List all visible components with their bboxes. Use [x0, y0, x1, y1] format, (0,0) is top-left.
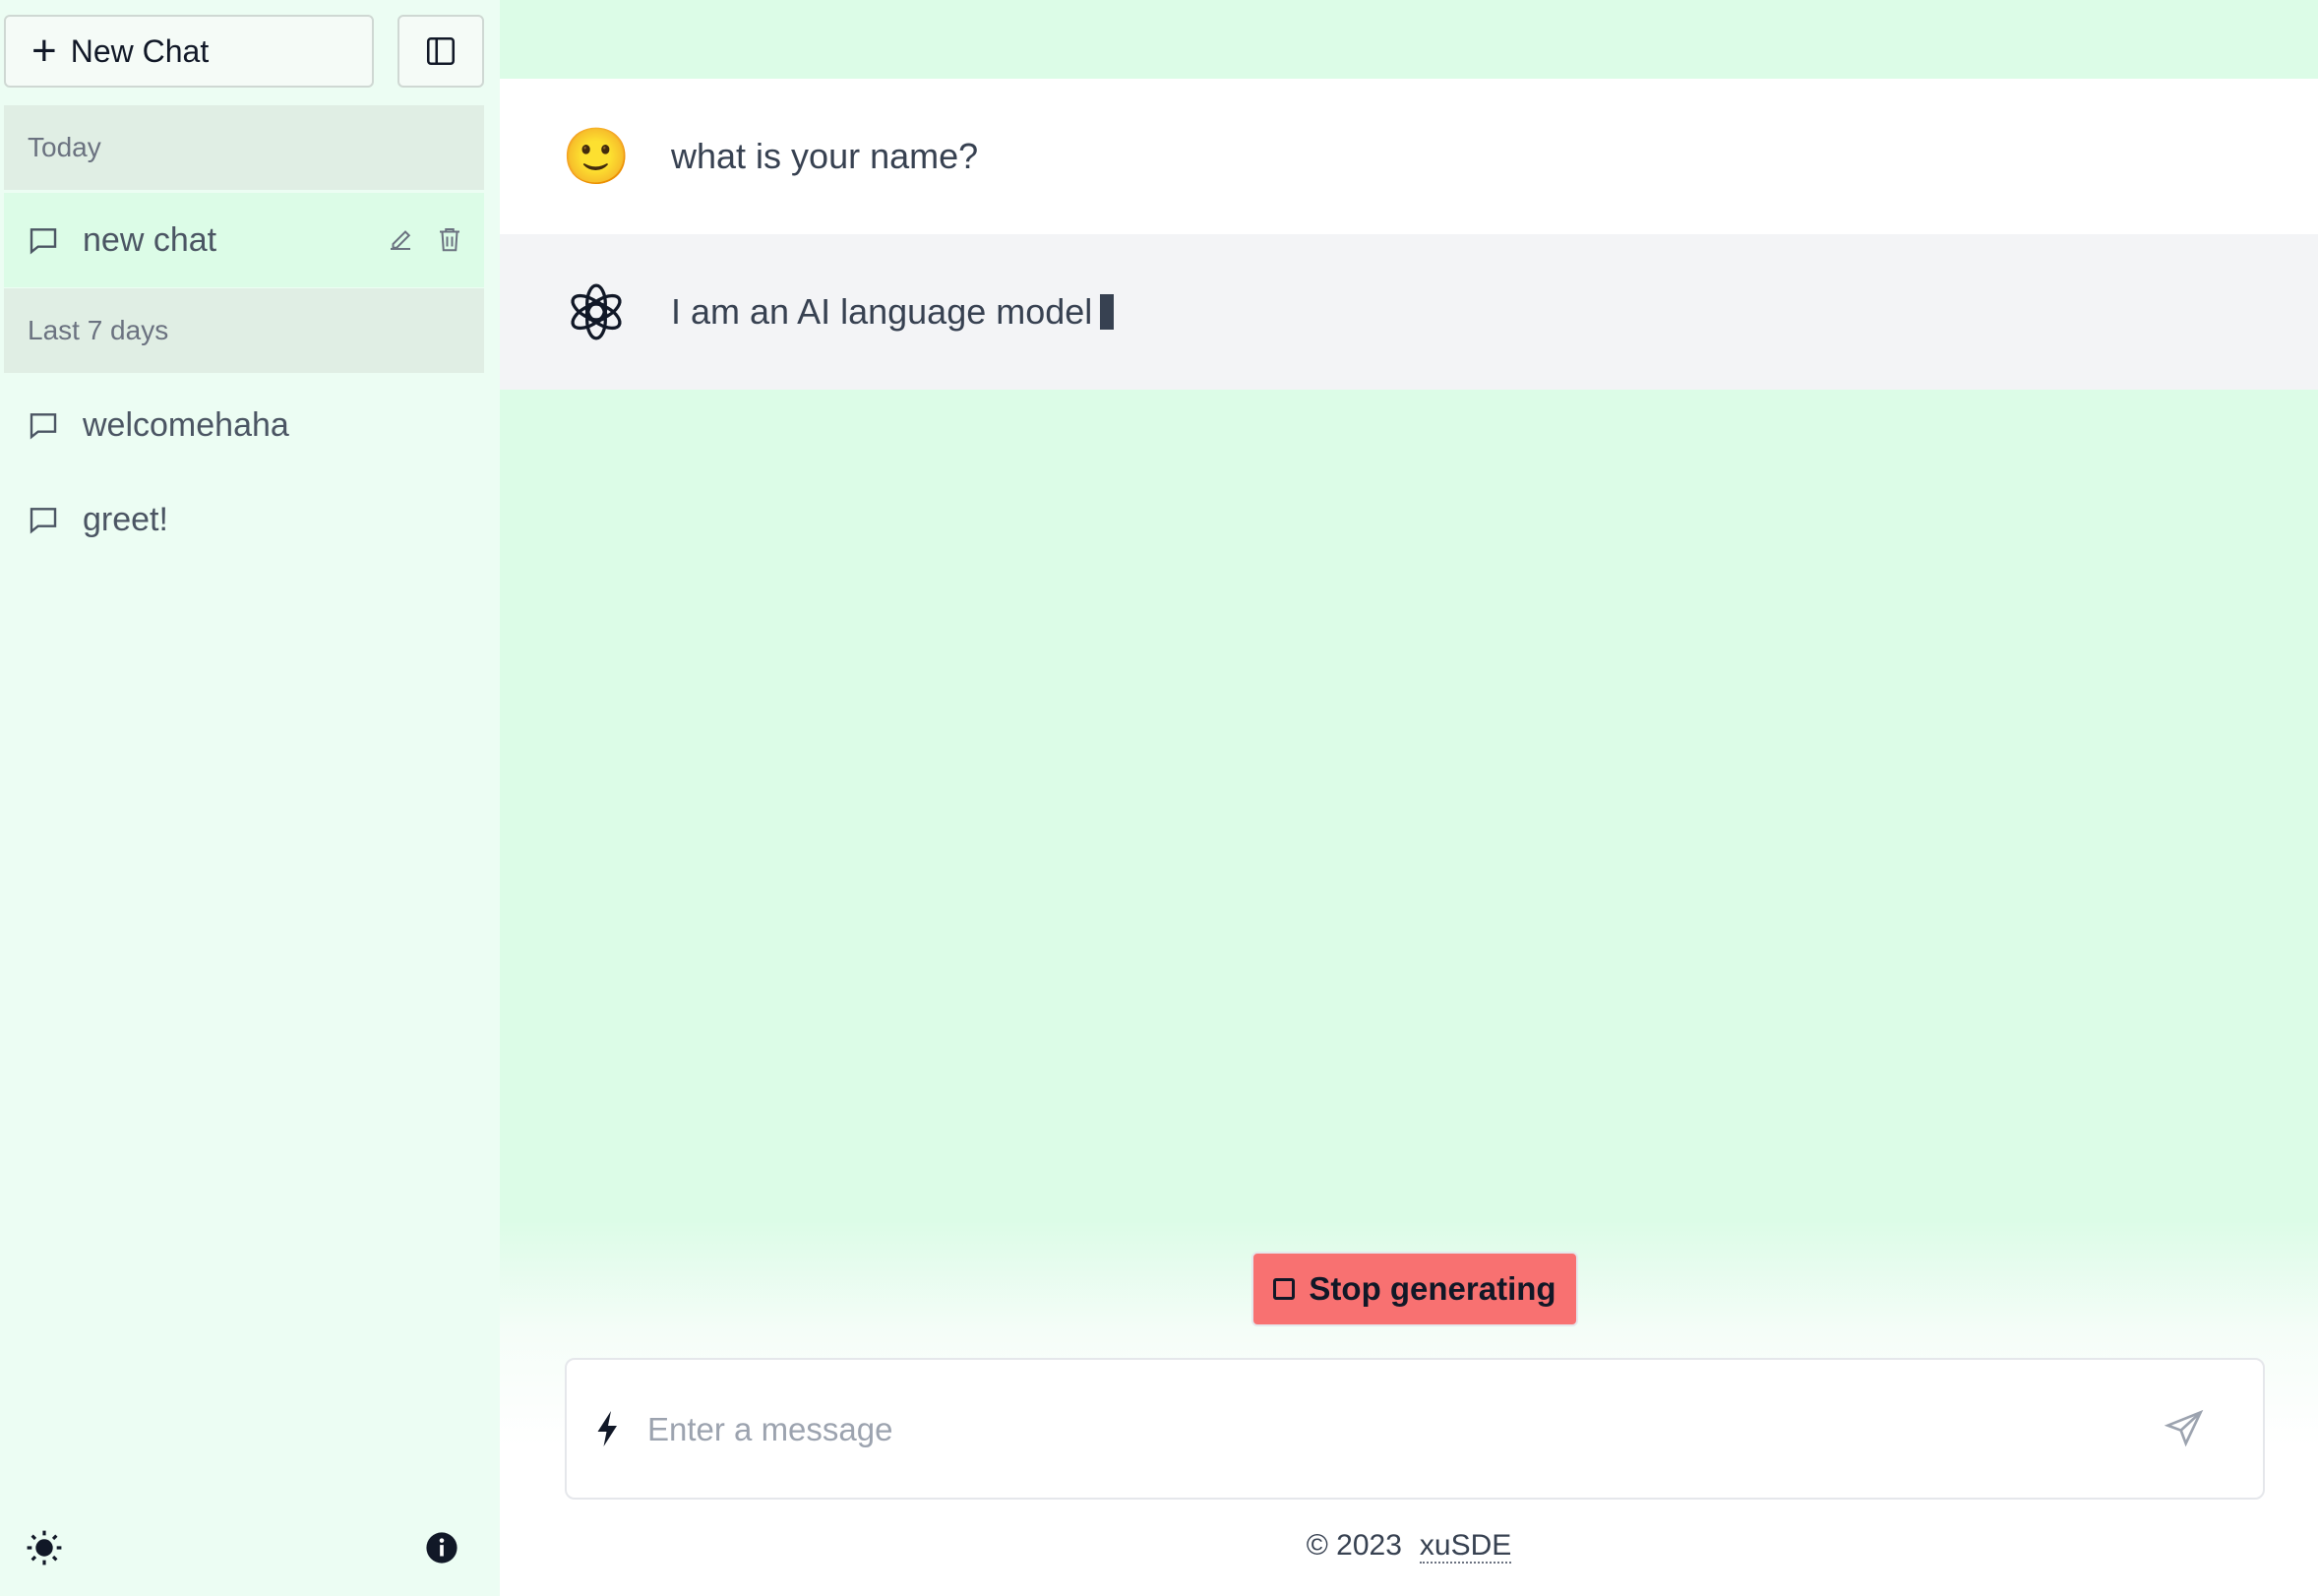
chat-item-actions — [386, 222, 464, 256]
sidebar-item-welcomehaha[interactable]: welcomehaha — [4, 378, 484, 472]
copyright-text: © 2023 — [1306, 1529, 1402, 1562]
edit-button[interactable] — [386, 222, 415, 256]
sidebar-item-label: welcomehaha — [83, 405, 289, 444]
message-text-container: I am an AI language model — [671, 291, 1115, 333]
stop-square-icon — [1273, 1278, 1296, 1300]
openai-logo-icon — [565, 280, 628, 343]
pencil-icon — [391, 230, 411, 250]
user-message: 🙂 what is your name? — [500, 79, 2318, 234]
stop-generating-label: Stop generating — [1309, 1270, 1556, 1307]
chat-bubble-icon — [30, 413, 57, 440]
message-input-box — [565, 1358, 2265, 1500]
sidebar-item-greet[interactable]: greet! — [4, 472, 484, 567]
sidebar-item-new-chat[interactable]: new chat — [4, 193, 484, 287]
sun-icon[interactable] — [26, 1529, 63, 1566]
lightning-icon[interactable] — [594, 1411, 622, 1446]
toggle-sidebar-button[interactable] — [397, 15, 484, 88]
sidebar-bottom — [26, 1529, 458, 1568]
sidebar-item-label: new chat — [83, 220, 217, 259]
sidebar-toggle-icon — [426, 36, 456, 66]
sidebar: + New Chat Today new chat Last 7 days we… — [0, 0, 500, 1596]
author-link[interactable]: xuSDE — [1419, 1529, 1512, 1564]
info-icon[interactable] — [425, 1531, 458, 1565]
chat-bubble-icon — [30, 228, 57, 255]
message-text: what is your name? — [671, 136, 979, 176]
footer: © 2023 xuSDE — [500, 1529, 2318, 1564]
send-icon[interactable] — [2165, 1409, 2204, 1448]
trash-icon — [440, 228, 459, 252]
user-avatar: 🙂 — [562, 125, 631, 187]
message-input[interactable] — [645, 1399, 2125, 1460]
stop-generating-button[interactable]: Stop generating — [1251, 1252, 1578, 1326]
sidebar-item-label: greet! — [83, 500, 168, 538]
new-chat-label: New Chat — [70, 32, 210, 69]
chat-main: 🙂 what is your name? I am an AI language… — [500, 0, 2318, 1596]
group-header-today: Today — [4, 105, 484, 190]
new-chat-button[interactable]: + New Chat — [4, 15, 374, 88]
assistant-message: I am an AI language model — [500, 234, 2318, 390]
plus-icon: + — [31, 27, 57, 75]
typing-cursor — [1100, 294, 1115, 330]
message-text: I am an AI language model — [671, 291, 1093, 332]
delete-button[interactable] — [435, 222, 464, 256]
chat-bubble-icon — [30, 508, 57, 534]
group-header-last-7-days: Last 7 days — [4, 288, 484, 373]
sidebar-top: + New Chat — [4, 15, 484, 90]
